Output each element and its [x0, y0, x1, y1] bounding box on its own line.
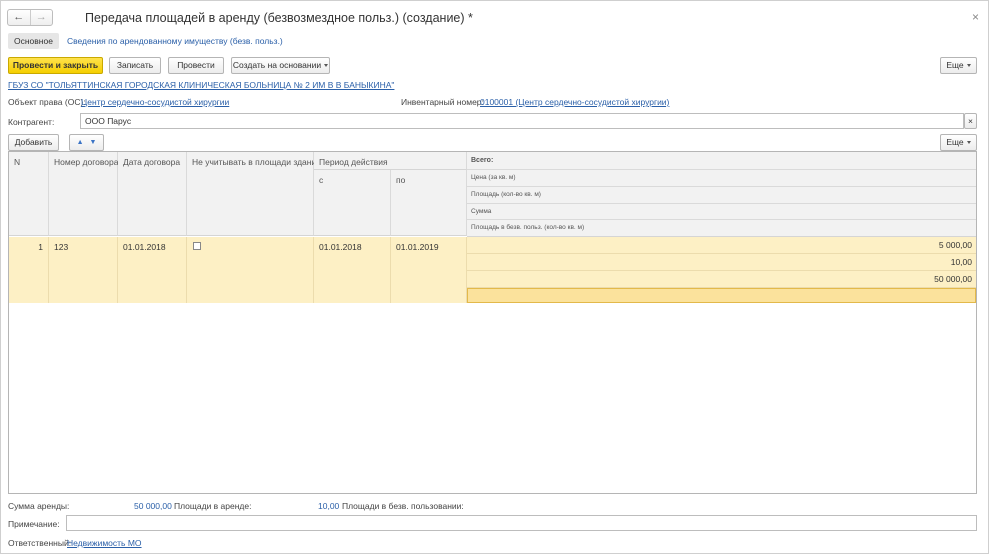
history-nav: ← → — [7, 9, 53, 26]
object-label: Объект права (ОС): — [8, 97, 86, 107]
cell-free-area[interactable] — [467, 288, 976, 303]
rent-area-value: 10,00 — [318, 501, 340, 511]
column-header-contract-no[interactable]: Номер договора — [49, 152, 118, 236]
note-label: Примечание: — [8, 519, 60, 529]
create-based-on-button[interactable]: Создать на основании — [231, 57, 330, 74]
column-header-sum[interactable]: Сумма — [467, 204, 976, 220]
create-based-on-label: Создать на основании — [232, 60, 322, 70]
move-buttons: ▲ ▼ — [69, 134, 104, 151]
rent-sum-value: 50 000,00 — [134, 501, 172, 511]
move-down-icon[interactable]: ▼ — [89, 139, 96, 146]
table-more-button[interactable]: Еще — [940, 134, 977, 151]
more-button[interactable]: Еще — [940, 57, 977, 74]
section-tabs: Основное Сведения по арендованному имуще… — [8, 32, 283, 49]
move-up-icon[interactable]: ▲ — [77, 139, 84, 146]
cell-contract-no[interactable]: 123 — [49, 237, 118, 303]
column-header-contract-date-label: Дата договора — [123, 157, 181, 167]
responsible-label: Ответственный: — [8, 538, 72, 548]
column-header-area[interactable]: Площадь (кол-во кв. м) — [467, 187, 976, 204]
table-more-label: Еще — [946, 137, 964, 147]
column-header-n-label: N — [14, 157, 21, 167]
back-arrow-icon[interactable]: ← — [8, 10, 30, 25]
column-header-to[interactable]: по — [391, 170, 467, 236]
tab-main[interactable]: Основное — [8, 32, 59, 49]
column-header-exclude-label: Не учитывать в площади здания — [192, 157, 321, 167]
cell-sum[interactable]: 50 000,00 — [467, 271, 976, 288]
cell-contract-no-value: 123 — [54, 242, 69, 252]
cell-to[interactable]: 01.01.2019 — [391, 237, 467, 303]
column-header-period-label: Период действия — [319, 157, 388, 167]
forward-arrow-icon[interactable]: → — [29, 10, 53, 25]
counterparty-label: Контрагент: — [8, 117, 55, 127]
cell-area[interactable]: 10,00 — [467, 254, 976, 271]
clear-icon[interactable]: × — [964, 113, 977, 129]
page-title: Передача площадей в аренду (безвозмездно… — [85, 11, 473, 25]
chevron-down-icon — [324, 64, 329, 68]
cell-contract-date-value: 01.01.2018 — [123, 242, 166, 252]
tab-rent-info[interactable]: Сведения по арендованному имуществу (без… — [67, 36, 283, 46]
column-header-contract-no-label: Номер договора — [54, 157, 119, 167]
exclude-checkbox[interactable] — [193, 242, 201, 250]
cell-n[interactable]: 1 — [9, 237, 49, 303]
note-field[interactable] — [66, 515, 977, 531]
column-header-n[interactable]: N — [9, 152, 49, 236]
free-area-label: Площади в безв. пользовании: — [342, 501, 464, 511]
rent-sum-label: Сумма аренды: — [8, 501, 70, 511]
cell-to-value: 01.01.2019 — [396, 242, 439, 252]
inventory-number-label: Инвентарный номер: — [401, 97, 484, 107]
column-header-total[interactable]: Всего: — [467, 152, 976, 170]
column-header-period[interactable]: Период действия — [314, 152, 467, 170]
counterparty-field[interactable]: ООО Парус — [80, 113, 964, 129]
organization-link[interactable]: ГБУЗ СО "ТОЛЬЯТТИНСКАЯ ГОРОДСКАЯ КЛИНИЧЕ… — [8, 80, 394, 90]
responsible-link[interactable]: Недвижимость МО — [67, 538, 142, 548]
object-link[interactable]: Центр сердечно-сосудистой хирургии — [81, 97, 229, 107]
column-header-contract-date[interactable]: Дата договора — [118, 152, 187, 236]
cell-contract-date[interactable]: 01.01.2018 — [118, 237, 187, 303]
cell-price[interactable]: 5 000,00 — [467, 237, 976, 254]
column-header-from[interactable]: с — [314, 170, 391, 236]
chevron-down-icon — [966, 141, 971, 145]
column-header-free-area[interactable]: Площадь в безв. польз. (кол-во кв. м) — [467, 220, 976, 237]
save-button[interactable]: Записать — [109, 57, 161, 74]
rent-area-label: Площади в аренде: — [174, 501, 252, 511]
post-button[interactable]: Провести — [168, 57, 224, 74]
close-icon[interactable]: × — [972, 10, 979, 24]
column-header-to-label: по — [396, 175, 406, 185]
contracts-table[interactable]: N Номер договора Дата договора Не учитыв… — [8, 151, 977, 494]
cell-from-value: 01.01.2018 — [319, 242, 362, 252]
column-header-from-label: с — [319, 175, 324, 185]
chevron-down-icon — [966, 64, 971, 68]
add-row-button[interactable]: Добавить — [8, 134, 59, 151]
post-and-close-button[interactable]: Провести и закрыть — [8, 57, 103, 74]
cell-from[interactable]: 01.01.2018 — [314, 237, 391, 303]
column-header-exclude[interactable]: Не учитывать в площади здания — [187, 152, 321, 236]
inventory-number-link[interactable]: 0100001 (Центр сердечно-сосудистой хирур… — [480, 97, 669, 107]
more-label: Еще — [946, 60, 964, 70]
cell-exclude[interactable] — [187, 237, 314, 303]
cell-n-value: 1 — [38, 242, 43, 252]
column-header-price[interactable]: Цена (за кв. м) — [467, 170, 976, 187]
